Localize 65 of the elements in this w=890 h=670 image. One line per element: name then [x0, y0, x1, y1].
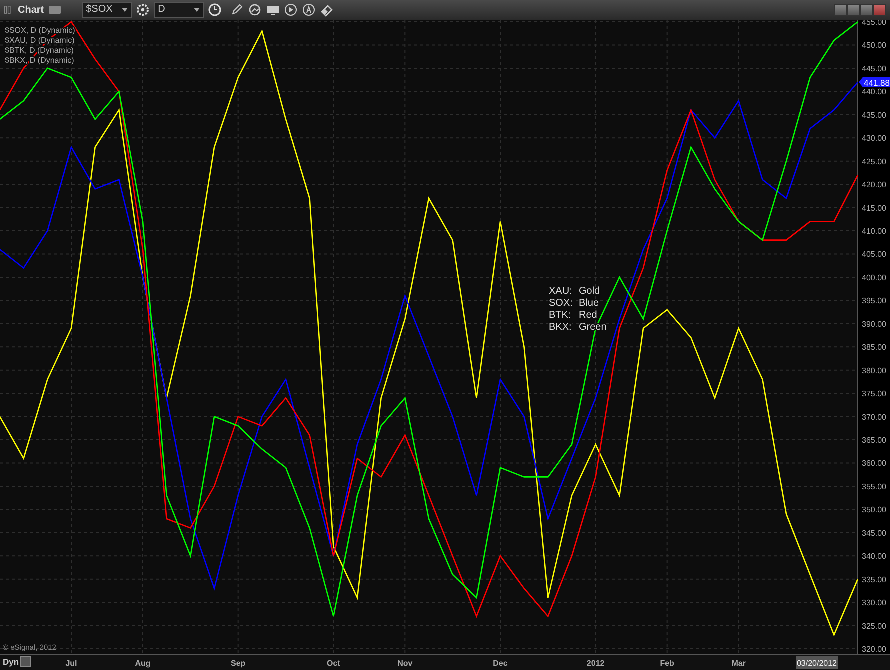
- annotation-key: SOX:: [549, 298, 573, 309]
- play-icon[interactable]: [284, 3, 298, 17]
- minimize-button[interactable]: [847, 4, 860, 16]
- annotation-key: BKX:: [549, 322, 572, 333]
- axis-label: 445.00: [862, 64, 886, 74]
- axis-label: 350.00: [862, 506, 886, 515]
- annotation-value: Gold: [579, 286, 600, 297]
- pencil-icon[interactable]: [230, 3, 244, 17]
- screen-icon[interactable]: [266, 3, 280, 17]
- axis-label: 395.00: [862, 296, 886, 306]
- axis-label: 405.00: [862, 250, 886, 260]
- axis-label: 340.00: [862, 552, 886, 562]
- axis-label: Mar: [732, 659, 746, 668]
- axis-label: 320.00: [862, 645, 886, 654]
- axis-label: Jul: [66, 659, 78, 668]
- axis-label: 420.00: [862, 180, 886, 190]
- window-title: Chart: [18, 4, 44, 18]
- clock-icon[interactable]: [208, 3, 222, 17]
- axis-label: 325.00: [862, 622, 886, 631]
- gear-icon[interactable]: [136, 3, 150, 17]
- axis-label: 370.00: [862, 412, 886, 422]
- cursor-date: 03/20/2012: [796, 656, 838, 669]
- price-tag: 441.88: [859, 77, 890, 88]
- axis-label: 365.00: [862, 436, 886, 445]
- circle-a-icon[interactable]: [302, 3, 316, 17]
- axis-label: 385.00: [862, 343, 886, 352]
- grip-icon[interactable]: [4, 3, 14, 17]
- axis-label: Feb: [660, 659, 674, 668]
- maximize-button[interactable]: [860, 4, 873, 16]
- legend-entry: $BKX, D (Dynamic): [5, 56, 74, 65]
- axis-label: 345.00: [862, 528, 886, 538]
- axis-label: 380.00: [862, 366, 886, 376]
- axis-label: 400.00: [862, 273, 886, 282]
- axis-label: Oct: [327, 659, 340, 668]
- axis-label: 440.00: [862, 88, 886, 97]
- axis-label: 2012: [586, 659, 605, 668]
- caret-icon[interactable]: [194, 8, 200, 12]
- annotation-value: Blue: [579, 298, 600, 309]
- axis-label: 425.00: [862, 157, 886, 166]
- axis-label: 330.00: [862, 598, 886, 608]
- close-button[interactable]: [873, 4, 886, 16]
- axis-label: Aug: [135, 659, 151, 668]
- axis-label: 355.00: [862, 482, 886, 492]
- annotation-value: Red: [579, 310, 598, 321]
- axis-label: 360.00: [862, 459, 886, 468]
- axis-label: Sep: [231, 659, 246, 668]
- caret-icon[interactable]: [122, 8, 128, 12]
- axis-label: 375.00: [862, 390, 886, 399]
- axis-label: 450.00: [862, 41, 886, 50]
- annotation-key: BTK:: [549, 310, 572, 321]
- axis-label: 335.00: [862, 575, 886, 584]
- interval-dropdown[interactable]: D: [154, 2, 204, 18]
- legend-entry: $BTK, D (Dynamic): [5, 46, 74, 55]
- axis-label: Nov: [398, 659, 413, 668]
- axis-label: 435.00: [862, 110, 886, 120]
- axis-label: 390.00: [862, 320, 886, 329]
- scale-mode-label: Dyn: [3, 657, 20, 667]
- axis-label: 410.00: [862, 227, 886, 236]
- axis-label: 430.00: [862, 134, 886, 144]
- annotation-key: XAU:: [549, 286, 572, 297]
- restore-button[interactable]: [834, 4, 847, 16]
- eraser-icon[interactable]: [320, 3, 334, 17]
- axis-label: 415.00: [862, 204, 886, 213]
- axis-label: Dec: [493, 659, 508, 668]
- symbol-dropdown[interactable]: $SOX: [82, 2, 132, 18]
